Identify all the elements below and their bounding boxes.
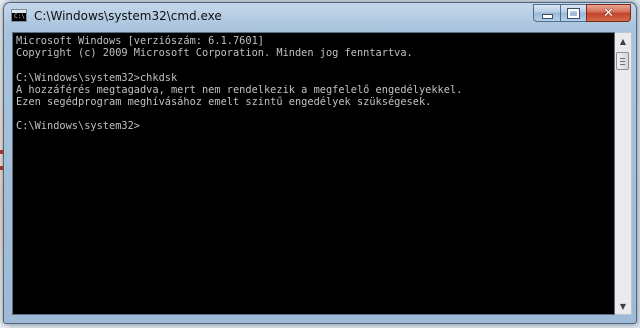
console-line: Ezen segédprogram meghívásához emelt szi…	[16, 95, 432, 108]
close-icon: ✕	[603, 5, 614, 21]
scroll-up-arrow-icon[interactable]: ▲	[615, 33, 631, 49]
console-line: A hozzáférés megtagadva, mert nem rendel…	[16, 83, 463, 96]
window-controls: ✕	[533, 4, 631, 23]
close-button[interactable]: ✕	[586, 4, 631, 22]
console-line: C:\Windows\system32>chkdsk	[16, 71, 178, 84]
vertical-scrollbar[interactable]: ▲ ▼	[615, 32, 632, 315]
console-line: Microsoft Windows [verziószám: 6.1.7601]	[16, 35, 264, 47]
console-prompt-line[interactable]: C:\Windows\system32>	[16, 120, 614, 132]
scroll-down-arrow-icon[interactable]: ▼	[615, 298, 631, 314]
minimize-button[interactable]	[533, 4, 560, 22]
maximize-icon	[568, 8, 579, 18]
minimize-icon	[541, 13, 553, 19]
maximize-button[interactable]	[560, 4, 586, 22]
window-title: C:\Windows\system32\cmd.exe	[34, 9, 222, 23]
console-output[interactable]: Microsoft Windows [verziószám: 6.1.7601]…	[12, 32, 615, 315]
cmd-icon[interactable]: C:\	[11, 9, 27, 22]
scroll-thumb[interactable]	[616, 52, 629, 70]
console-line: Copyright (c) 2009 Microsoft Corporation…	[16, 47, 413, 60]
cmd-window: C:\ C:\Windows\system32\cmd.exe ✕ Micros…	[3, 2, 637, 324]
title-bar[interactable]: C:\ C:\Windows\system32\cmd.exe ✕	[4, 3, 636, 29]
